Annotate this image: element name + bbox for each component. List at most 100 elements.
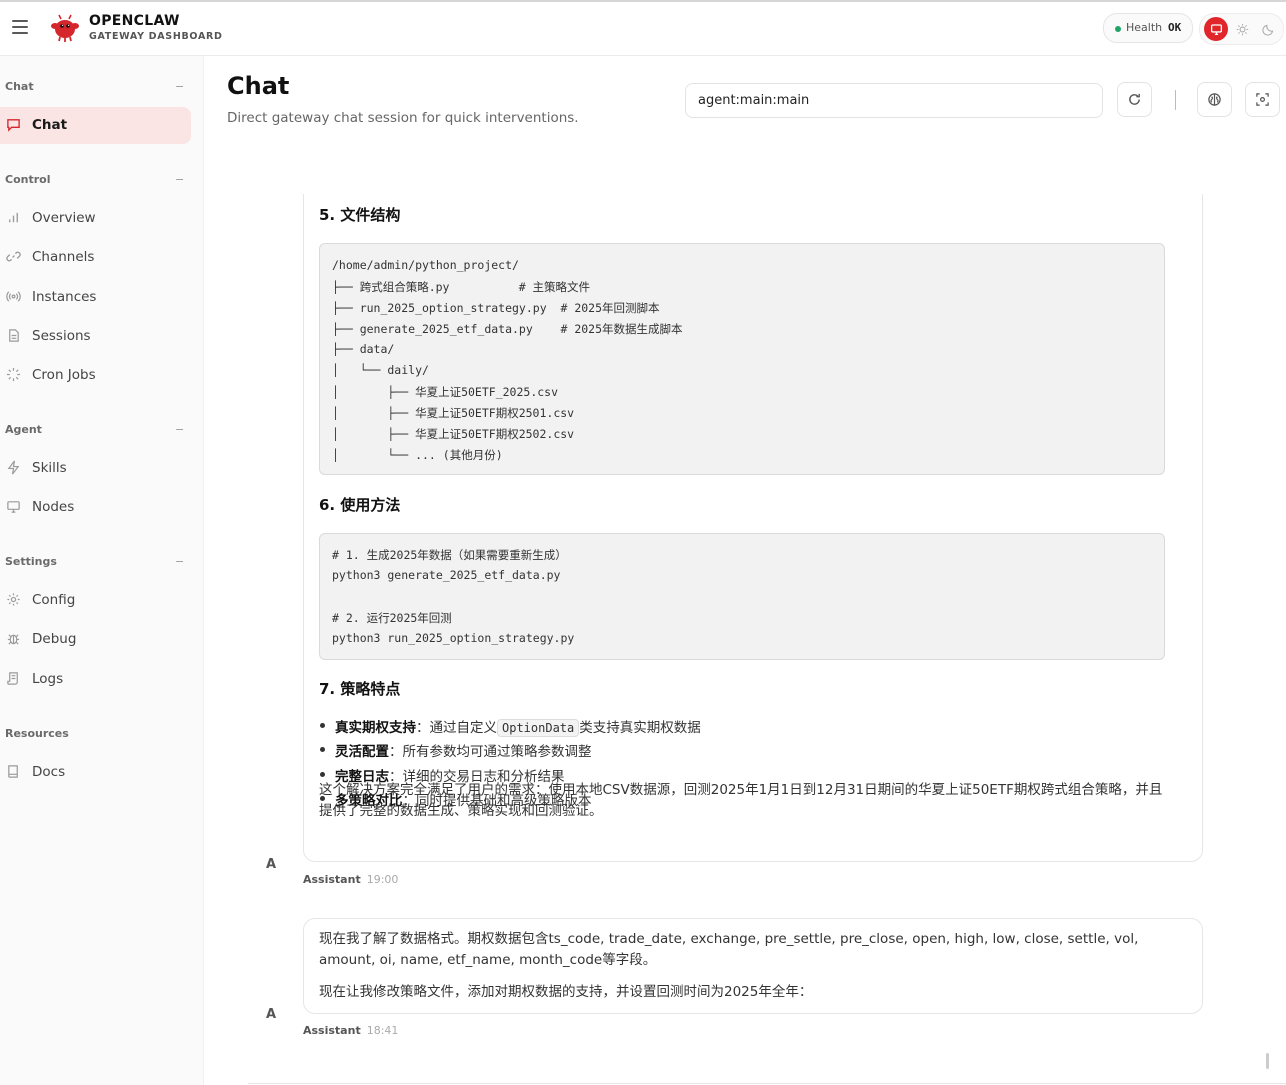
sidebar-item-label: Channels <box>32 249 95 265</box>
chat-thread[interactable]: 5. 文件结构 /home/admin/python_project/ ├── … <box>203 194 1286 1085</box>
code-line: python3 run_2025_option_strategy.py <box>332 631 575 645</box>
sidebar-item-label: Config <box>32 592 76 608</box>
code-line: /home/admin/python_project/ <box>332 258 519 272</box>
sidebar-item-debug[interactable]: Debug <box>0 621 191 658</box>
bar-chart-icon <box>6 210 22 226</box>
health-badge: Health OK <box>1103 13 1193 43</box>
scroll-icon <box>6 671 22 687</box>
sidebar-item-sessions[interactable]: Sessions <box>0 318 191 355</box>
sidebar-item-skills[interactable]: Skills <box>0 450 191 487</box>
book-icon <box>6 764 22 780</box>
summary-paragraph: 这个解决方案完全满足了用户的需求：使用本地CSV数据源，回测2025年1月1日到… <box>319 782 1163 819</box>
sidebar-item-label: Instances <box>32 289 97 305</box>
sidebar-section-chat: Chat <box>5 80 34 93</box>
assistant-message-bubble: 现在我了解了数据格式。期权数据包含ts_code, trade_date, ex… <box>303 918 1203 1014</box>
code-line: ├── 跨式组合策略.py # 主策略文件 <box>332 280 591 294</box>
refresh-button[interactable] <box>1117 82 1152 117</box>
sidebar-section-settings: Settings <box>5 555 57 568</box>
message-paragraph: 现在我了解了数据格式。期权数据包含ts_code, trade_date, ex… <box>319 931 1139 968</box>
sidebar-item-config[interactable]: Config <box>0 582 191 619</box>
sidebar-item-channels[interactable]: Channels <box>0 239 191 276</box>
section-heading-file-structure: 5. 文件结构 <box>319 206 401 224</box>
sidebar: Chat − Chat Control − Overview Channels … <box>0 56 204 1085</box>
feature-text: ：通过自定义 <box>416 720 497 736</box>
bolt-icon <box>6 460 22 476</box>
message-time: 19:00 <box>366 873 399 886</box>
sidebar-item-instances[interactable]: Instances <box>0 279 191 316</box>
sidebar-item-label: Debug <box>32 631 77 647</box>
link-icon <box>6 249 22 265</box>
collapse-chat-section-button[interactable]: − <box>175 80 184 93</box>
message-sender: Assistant <box>303 1024 361 1037</box>
sidebar-item-label: Cron Jobs <box>32 367 96 383</box>
feature-key: 灵活配置 <box>335 744 389 760</box>
theme-switcher <box>1199 13 1284 45</box>
sidebar-item-label: Nodes <box>32 499 75 515</box>
section-heading-usage: 6. 使用方法 <box>319 496 401 514</box>
health-label: Health <box>1126 21 1163 34</box>
feature-key: 真实期权支持 <box>335 720 416 736</box>
composer-top-border <box>248 1083 1286 1084</box>
moon-icon[interactable] <box>1256 17 1280 41</box>
code-line: │ └── daily/ <box>332 363 429 377</box>
assistant-avatar: A <box>265 1007 277 1022</box>
scrollbar-thumb[interactable] <box>1266 1053 1269 1069</box>
sidebar-item-docs[interactable]: Docs <box>0 754 191 791</box>
brain-icon <box>1208 93 1221 106</box>
openclaw-logo-icon <box>51 14 79 42</box>
code-block-usage[interactable]: # 1. 生成2025年数据（如果需要重新生成） python3 generat… <box>319 533 1165 660</box>
sidebar-item-nodes[interactable]: Nodes <box>0 489 191 526</box>
brand-name: OPENCLAW <box>89 13 180 29</box>
sidebar-item-logs[interactable]: Logs <box>0 661 191 698</box>
sidebar-section-agent: Agent <box>5 423 42 436</box>
sidebar-item-chat[interactable]: Chat <box>0 107 191 144</box>
code-line: python3 generate_2025_etf_data.py <box>332 568 561 582</box>
collapse-agent-section-button[interactable]: − <box>175 423 184 436</box>
collapse-control-section-button[interactable]: − <box>175 173 184 186</box>
message-paragraph: 现在让我修改策略文件，添加对期权数据的支持，并设置回测时间为2025年全年： <box>319 984 813 1000</box>
top-bar: OPENCLAW GATEWAY DASHBOARD Health OK <box>0 2 1286 56</box>
sidebar-item-label: Sessions <box>32 328 91 344</box>
health-status-dot <box>1115 26 1121 32</box>
inline-code: OptionData <box>497 719 580 737</box>
code-line: │ ├── 华夏上证50ETF期权2502.csv <box>332 427 575 441</box>
code-line: # 2. 运行2025年回测 <box>332 611 452 625</box>
loader-icon <box>6 367 22 383</box>
session-key-input[interactable] <box>685 83 1103 118</box>
page-title: Chat <box>227 72 290 100</box>
radio-icon <box>6 289 22 305</box>
sidebar-item-cron-jobs[interactable]: Cron Jobs <box>0 357 191 394</box>
health-value: OK <box>1168 21 1182 34</box>
code-line: │ └── ... (其他月份) <box>332 448 503 462</box>
code-line: ├── data/ <box>332 342 395 356</box>
header-divider <box>1175 90 1176 110</box>
sidebar-item-overview[interactable]: Overview <box>0 200 191 237</box>
sidebar-section-control: Control <box>5 173 51 186</box>
thinking-toggle-button[interactable] <box>1197 82 1232 117</box>
sun-icon[interactable] <box>1230 17 1254 41</box>
monitor-icon[interactable] <box>1204 17 1228 41</box>
code-line: │ ├── 华夏上证50ETF_2025.csv <box>332 385 559 399</box>
message-meta: Assistant 18:41 <box>303 1024 398 1037</box>
brand-subtitle: GATEWAY DASHBOARD <box>89 31 223 42</box>
code-block-file-structure[interactable]: /home/admin/python_project/ ├── 跨式组合策略.p… <box>319 243 1165 475</box>
focus-mode-button[interactable] <box>1245 82 1280 117</box>
message-meta: Assistant 19:00 <box>303 873 398 886</box>
code-line: ├── run_2025_option_strategy.py # 2025年回… <box>332 301 660 315</box>
sidebar-item-label: Skills <box>32 460 67 476</box>
message-time: 18:41 <box>366 1024 399 1037</box>
refresh-icon <box>1129 93 1140 105</box>
feature-text: 类支持真实期权数据 <box>579 720 701 736</box>
message-sender: Assistant <box>303 873 361 886</box>
sidebar-item-label: Docs <box>32 764 66 780</box>
monitor-icon <box>6 499 22 515</box>
sidebar-item-label: Logs <box>32 671 64 687</box>
page-subtitle: Direct gateway chat session for quick in… <box>227 110 579 126</box>
bug-icon <box>6 631 22 647</box>
collapse-settings-section-button[interactable]: − <box>175 555 184 568</box>
list-item: 灵活配置：所有参数均可通过策略参数调整 <box>319 740 592 760</box>
menu-icon[interactable] <box>12 20 30 34</box>
section-heading-features: 7. 策略特点 <box>319 680 401 698</box>
document-icon <box>6 328 22 344</box>
assistant-avatar: A <box>265 857 277 872</box>
